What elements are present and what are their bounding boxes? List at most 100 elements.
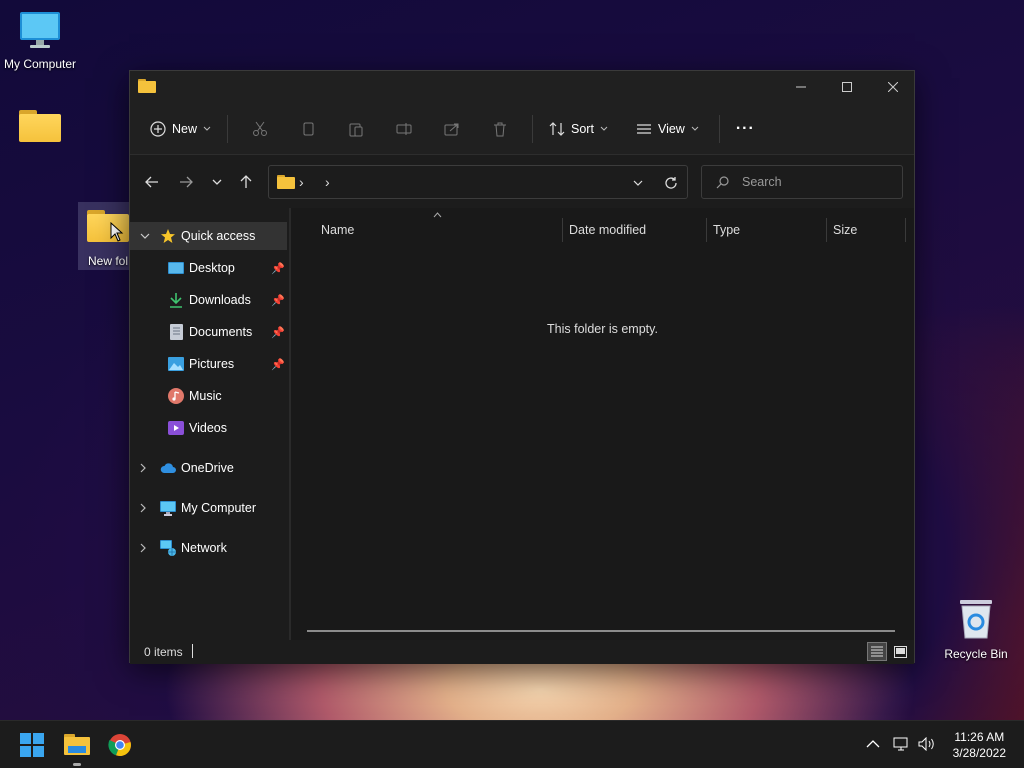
share-button[interactable] [436,113,468,145]
download-icon [168,292,184,308]
computer-icon [20,12,60,48]
file-list[interactable]: Name Date modified Type Size This folder… [291,208,914,640]
maximize-button[interactable] [824,71,870,103]
start-button[interactable] [16,729,48,761]
pin-icon: 📌 [271,326,285,339]
column-header-type[interactable]: Type [713,216,825,244]
sidebar-item-desktop[interactable]: Desktop 📌 [130,254,287,282]
active-app-indicator [73,763,81,766]
sidebar-item-label: Videos [189,421,227,435]
chevron-right-icon[interactable] [140,503,147,513]
toolbar-divider [227,114,229,143]
recycle-bin-icon [960,600,992,639]
desktop-icon-my-computer[interactable]: My Computer [2,10,78,71]
horizontal-scrollbar[interactable] [307,630,895,632]
pin-icon: 📌 [271,358,285,371]
column-divider[interactable] [562,218,563,242]
document-icon [168,324,184,340]
cursor-icon [110,222,124,242]
arrow-up-icon [240,175,252,188]
desktop-icon [168,260,184,276]
sidebar-item-quick-access[interactable]: Quick access [130,222,287,250]
desktop-icon-label: Recycle Bin [944,647,1008,661]
recent-locations-button[interactable] [205,170,229,194]
item-count: 0 items [144,645,183,659]
sidebar-item-pictures[interactable]: Pictures 📌 [130,350,287,378]
delete-button[interactable] [484,113,516,145]
sidebar-item-music[interactable]: Music [130,382,287,410]
toolbar-divider [718,114,720,143]
column-header-name[interactable]: Name [321,216,561,244]
navigation-bar: › › Search [130,156,914,208]
refresh-icon[interactable] [664,176,678,190]
network-icon[interactable] [893,737,909,751]
column-header-date-modified[interactable]: Date modified [569,216,705,244]
rename-button[interactable] [388,113,420,145]
sidebar-item-documents[interactable]: Documents 📌 [130,318,287,346]
scissors-icon [253,121,268,136]
paste-icon [349,123,363,136]
details-view-button[interactable] [867,642,887,661]
volume-icon[interactable] [918,737,936,751]
view-icon [636,123,651,134]
close-button[interactable] [870,71,916,103]
view-button[interactable]: View [628,113,707,145]
address-bar[interactable]: › › [268,165,688,199]
breadcrumb-separator[interactable]: › [325,174,330,190]
arrow-left-icon [145,176,158,188]
chevron-down-icon[interactable] [140,233,150,240]
windows-logo-icon [20,733,44,757]
chevron-right-icon[interactable] [140,543,147,553]
desktop-icon-recycle-bin[interactable]: Recycle Bin [940,596,1012,661]
large-icons-view-button[interactable] [890,642,910,661]
sidebar-item-videos[interactable]: Videos [130,414,287,442]
chevron-down-icon [600,126,608,131]
back-button[interactable] [140,170,164,194]
desktop-icon-folder[interactable] [16,110,64,142]
sidebar-item-label: Network [181,541,227,555]
title-bar[interactable] [130,71,914,103]
forward-button[interactable] [174,170,198,194]
system-clock[interactable]: 11:26 AM 3/28/2022 [953,729,1006,761]
search-input[interactable]: Search [701,165,903,199]
maximize-icon [842,82,852,92]
plus-circle-icon [150,120,166,137]
column-header-label: Name [321,223,355,237]
network-icon [160,540,176,556]
sidebar-item-label: Downloads [189,293,251,307]
desktop-icon-label: My Computer [3,57,77,71]
paste-button[interactable] [340,113,372,145]
up-button[interactable] [234,170,258,194]
new-button[interactable]: New [142,113,219,145]
sidebar-item-downloads[interactable]: Downloads 📌 [130,286,287,314]
chevron-down-icon[interactable] [633,180,643,187]
taskbar-chrome[interactable] [104,729,136,761]
search-icon [716,176,729,189]
empty-folder-message: This folder is empty. [547,322,658,336]
sidebar-item-my-computer[interactable]: My Computer [130,494,287,522]
column-divider[interactable] [826,218,827,242]
column-divider[interactable] [905,218,906,242]
sidebar-item-network[interactable]: Network [130,534,287,562]
column-header-size[interactable]: Size [833,216,903,244]
sidebar-item-onedrive[interactable]: OneDrive [130,454,287,482]
sidebar-item-label: Pictures [189,357,235,371]
column-divider[interactable] [706,218,707,242]
copy-button[interactable] [292,113,324,145]
taskbar-file-explorer[interactable] [61,729,93,761]
new-label: New [172,121,198,136]
more-options-button[interactable]: ··· [728,113,763,145]
sidebar-item-label: Music [189,389,222,403]
sidebar-item-label: My Computer [181,501,257,515]
cut-button[interactable] [244,113,276,145]
chrome-icon [108,734,131,757]
minimize-button[interactable] [778,71,824,103]
sort-button[interactable]: Sort [541,113,616,145]
chevron-up-icon[interactable] [866,739,880,748]
sort-icon [549,121,565,136]
breadcrumb-separator[interactable]: › [299,174,304,190]
large-icons-view-icon [893,645,907,658]
chevron-right-icon[interactable] [140,463,147,473]
chevron-down-icon [212,179,222,185]
sidebar-item-label: Documents [189,325,253,339]
